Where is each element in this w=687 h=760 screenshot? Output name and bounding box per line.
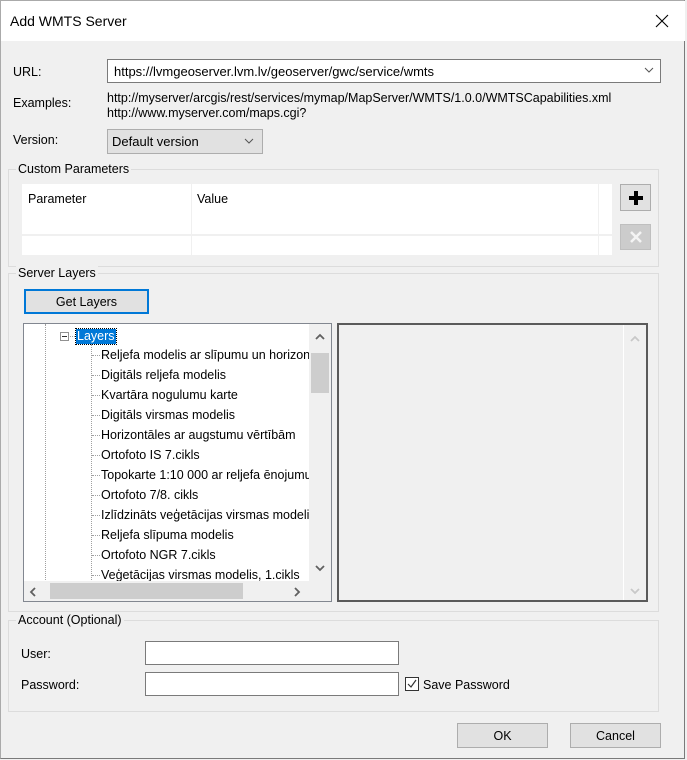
dialog-title: Add WMTS Server	[10, 13, 127, 29]
custom-parameters-grid[interactable]: Parameter Value	[22, 184, 612, 257]
row-separator	[22, 234, 612, 236]
column-separator	[191, 184, 192, 257]
tree-item-layer[interactable]: Horizontāles ar augstumu vērtībām	[101, 426, 296, 444]
tree-line	[92, 575, 100, 576]
save-password-label[interactable]: Save Password	[423, 678, 510, 692]
scroll-up-icon[interactable]	[630, 335, 640, 343]
scroll-left-icon[interactable]	[29, 587, 37, 597]
server-layers-title: Server Layers	[16, 266, 98, 280]
tree-item-layer[interactable]: Reljefa slīpuma modelis	[101, 526, 234, 544]
chevron-down-icon	[244, 138, 254, 144]
scrollbar-corner	[309, 581, 331, 601]
tree-line	[91, 344, 92, 584]
tree-line	[92, 435, 100, 436]
layer-preview-pane	[337, 323, 648, 602]
scroll-up-icon[interactable]	[315, 333, 325, 341]
remove-parameter-button[interactable]	[620, 224, 651, 250]
layers-tree[interactable]: Layers Reljefa modelis ar slīpumu un hor…	[23, 323, 332, 602]
scroll-right-icon[interactable]	[293, 587, 301, 597]
url-label: URL:	[13, 65, 42, 79]
tree-item-layer[interactable]: Reljefa modelis ar slīpumu un horizontāl…	[101, 346, 331, 364]
tree-item-layer[interactable]: Digitāls virsmas modelis	[101, 406, 235, 424]
tree-item-layer[interactable]: Digitāls reljefa modelis	[101, 366, 226, 384]
url-value: https://lvmgeoserver.lvm.lv/geoserver/gw…	[114, 64, 435, 79]
examples-label: Examples:	[13, 96, 72, 110]
version-label: Version:	[13, 133, 59, 147]
save-password-checkbox[interactable]	[405, 677, 419, 691]
get-layers-button[interactable]: Get Layers	[24, 289, 149, 314]
tree-line	[92, 495, 100, 496]
examples-list: http://myserver/arcgis/rest/services/mym…	[107, 91, 611, 121]
tree-horizontal-scrollbar[interactable]	[24, 581, 309, 601]
tree-item-layer[interactable]: Topokarte 1:10 000 ar reljefa ēnojumu	[101, 466, 312, 484]
vertical-scroll-thumb[interactable]	[311, 353, 329, 393]
tree-vertical-scrollbar[interactable]	[309, 324, 331, 581]
tree-line	[92, 515, 100, 516]
cancel-button[interactable]: Cancel	[570, 723, 661, 748]
tree-item-layer[interactable]: Ortofoto 7/8. cikls	[101, 486, 198, 504]
cancel-label: Cancel	[596, 728, 635, 743]
user-label: User:	[21, 647, 51, 661]
tree-line	[45, 324, 46, 584]
delete-x-icon	[629, 231, 642, 243]
checkmark-icon	[407, 679, 417, 688]
custom-parameters-title: Custom Parameters	[16, 162, 132, 176]
tree-line	[92, 375, 100, 376]
example-url: http://www.myserver.com/maps.cgi?	[107, 106, 307, 120]
url-combobox[interactable]: https://lvmgeoserver.lvm.lv/geoserver/gw…	[107, 59, 661, 83]
version-value: Default version	[112, 134, 199, 149]
scroll-down-icon[interactable]	[315, 564, 325, 572]
tree-item-layer[interactable]: Kvartāra nogulumu karte	[101, 386, 238, 404]
get-layers-label: Get Layers	[55, 294, 118, 309]
column-header-parameter[interactable]: Parameter	[28, 192, 86, 222]
close-icon	[655, 14, 669, 28]
tree-line	[92, 475, 100, 476]
tree-line	[92, 535, 100, 536]
ok-button[interactable]: OK	[457, 723, 548, 748]
scroll-down-icon[interactable]	[630, 587, 640, 595]
tree-line	[92, 415, 100, 416]
tree-line	[92, 355, 100, 356]
tree-item-layer[interactable]: Ortofoto NGR 7.cikls	[101, 546, 216, 564]
tree-line	[92, 395, 100, 396]
column-header-value[interactable]: Value	[197, 192, 228, 222]
tree-item-layer[interactable]: Ortofoto IS 7.cikls	[101, 446, 200, 464]
chevron-down-icon	[644, 67, 654, 73]
tree-item-layer[interactable]: Izlīdzināts veģetācijas virsmas modelis	[101, 506, 316, 524]
add-parameter-button[interactable]	[620, 184, 651, 211]
tree-root-layers[interactable]: Layers	[75, 328, 117, 345]
add-wmts-server-dialog: Add WMTS Server URL: https://lvmgeoserve…	[0, 0, 685, 759]
collapse-icon[interactable]	[60, 332, 69, 341]
password-input[interactable]	[145, 672, 399, 696]
preview-scrollbar-separator	[623, 325, 624, 600]
column-separator	[598, 184, 599, 257]
account-group	[8, 620, 659, 712]
tree-line	[92, 555, 100, 556]
ok-label: OK	[493, 728, 512, 743]
example-url: http://myserver/arcgis/rest/services/mym…	[107, 91, 612, 105]
tree-line	[70, 336, 75, 337]
account-title: Account (Optional)	[16, 613, 124, 627]
horizontal-scroll-thumb[interactable]	[50, 583, 243, 599]
password-label: Password:	[21, 678, 80, 692]
title-bar: Add WMTS Server	[1, 1, 685, 41]
user-input[interactable]	[145, 641, 399, 665]
row-separator	[22, 255, 612, 257]
close-button[interactable]	[639, 1, 685, 41]
version-dropdown[interactable]: Default version	[107, 129, 263, 154]
plus-icon	[628, 190, 643, 205]
tree-line	[92, 455, 100, 456]
